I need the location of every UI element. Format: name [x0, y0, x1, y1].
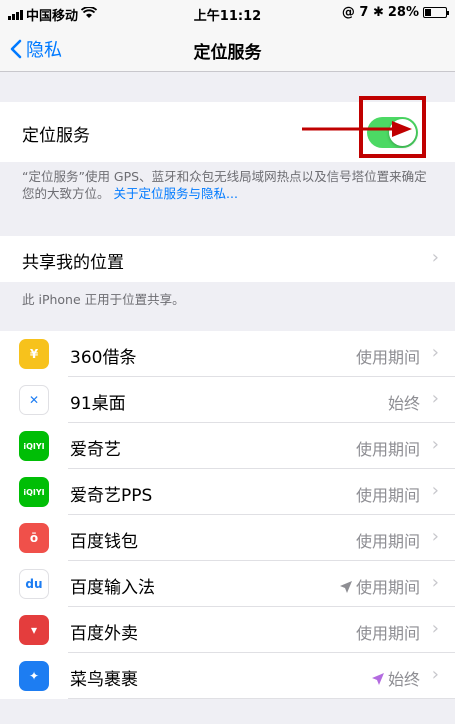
- iqiyi-pps-icon: iQIYI: [19, 477, 49, 507]
- iqiyi-icon: iQIYI: [19, 431, 49, 461]
- app-name: 360借条: [70, 348, 137, 368]
- app-location-status: 始终: [371, 666, 420, 690]
- share-my-location-row[interactable]: 共享我的位置 ›: [0, 236, 455, 282]
- battery-icon: [423, 7, 449, 18]
- app-location-status: 使用期间: [356, 528, 420, 552]
- about-location-link[interactable]: 关于定位服务与隐私...: [114, 186, 238, 201]
- baidu-waimai-icon: ▾: [19, 615, 49, 645]
- app-row[interactable]: iQIYI 爱奇艺 使用期间 ›: [0, 423, 455, 469]
- location-arrow-icon: [371, 670, 384, 689]
- app-location-status: 使用期间: [356, 344, 420, 368]
- app-row[interactable]: ✦ 菜鸟裹裹 始终 ›: [0, 653, 455, 699]
- row-divider: [68, 698, 455, 699]
- app-row[interactable]: ✕ 91桌面 始终 ›: [0, 377, 455, 423]
- app-name: 百度输入法: [70, 578, 155, 598]
- app-name: 百度钱包: [70, 532, 138, 552]
- share-location-note: 此 iPhone 正用于位置共享。: [22, 292, 185, 307]
- app-status-text: 始终: [387, 670, 420, 689]
- chevron-right-icon: ›: [431, 664, 439, 685]
- app-name: 爱奇艺: [70, 440, 121, 460]
- chevron-right-icon: ›: [431, 480, 439, 501]
- status-bar: 中国移动 上午11:12 @ 7 ✱ 28%: [0, 0, 455, 28]
- chevron-right-icon: ›: [431, 572, 439, 593]
- location-arrow-icon: [339, 578, 352, 597]
- app-name: 爱奇艺PPS: [70, 486, 153, 506]
- share-my-location-label: 共享我的位置: [22, 253, 124, 273]
- app-location-status: 使用期间: [339, 574, 420, 598]
- location-services-label: 定位服务: [22, 126, 90, 146]
- navigation-bar: 隐私 定位服务: [0, 28, 455, 72]
- status-right: @ 7 ✱ 28%: [341, 5, 449, 20]
- chevron-right-icon: ›: [431, 247, 439, 268]
- app-status-text: 使用期间: [355, 440, 420, 459]
- app-status-text: 始终: [387, 394, 420, 413]
- location-services-description: “定位服务”使用 GPS、蓝牙和众包无线局域网热点以及信号塔位置来确定您的大致方…: [22, 168, 437, 202]
- app-row[interactable]: ▾ 百度外卖 使用期间 ›: [0, 607, 455, 653]
- cainiao-icon: ✦: [19, 661, 49, 691]
- 91-zhuomian-icon: ✕: [19, 385, 49, 415]
- chevron-right-icon: ›: [431, 342, 439, 363]
- app-location-status: 使用期间: [356, 436, 420, 460]
- app-status-text: 使用期间: [355, 532, 420, 551]
- app-row[interactable]: iQIYI 爱奇艺PPS 使用期间 ›: [0, 469, 455, 515]
- 360-jietiao-icon: ¥: [19, 339, 49, 369]
- app-status-text: 使用期间: [355, 348, 420, 367]
- chevron-right-icon: ›: [431, 434, 439, 455]
- app-row[interactable]: ¥360借条 使用期间 ›: [0, 331, 455, 377]
- app-status-text: 使用期间: [355, 624, 420, 643]
- app-row[interactable]: du 百度输入法 使用期间 ›: [0, 561, 455, 607]
- status-indicators: @ 7 ✱: [341, 5, 384, 20]
- app-status-text: 使用期间: [355, 578, 420, 597]
- app-name: 百度外卖: [70, 624, 138, 644]
- page-title: 定位服务: [193, 43, 262, 63]
- chevron-right-icon: ›: [431, 618, 439, 639]
- app-name: 菜鸟裹裹: [70, 670, 138, 690]
- battery-percent: 28%: [387, 5, 419, 20]
- chevron-right-icon: ›: [431, 526, 439, 547]
- app-location-status: 使用期间: [356, 620, 420, 644]
- baidu-input-icon: du: [19, 569, 49, 599]
- app-name: 91桌面: [70, 394, 126, 414]
- app-location-status: 使用期间: [356, 482, 420, 506]
- app-row[interactable]: ō 百度钱包 使用期间 ›: [0, 515, 455, 561]
- app-location-status: 始终: [388, 390, 420, 414]
- arrow-annotation-icon: [302, 121, 412, 137]
- app-status-text: 使用期间: [355, 486, 420, 505]
- baidu-wallet-icon: ō: [19, 523, 49, 553]
- chevron-right-icon: ›: [431, 388, 439, 409]
